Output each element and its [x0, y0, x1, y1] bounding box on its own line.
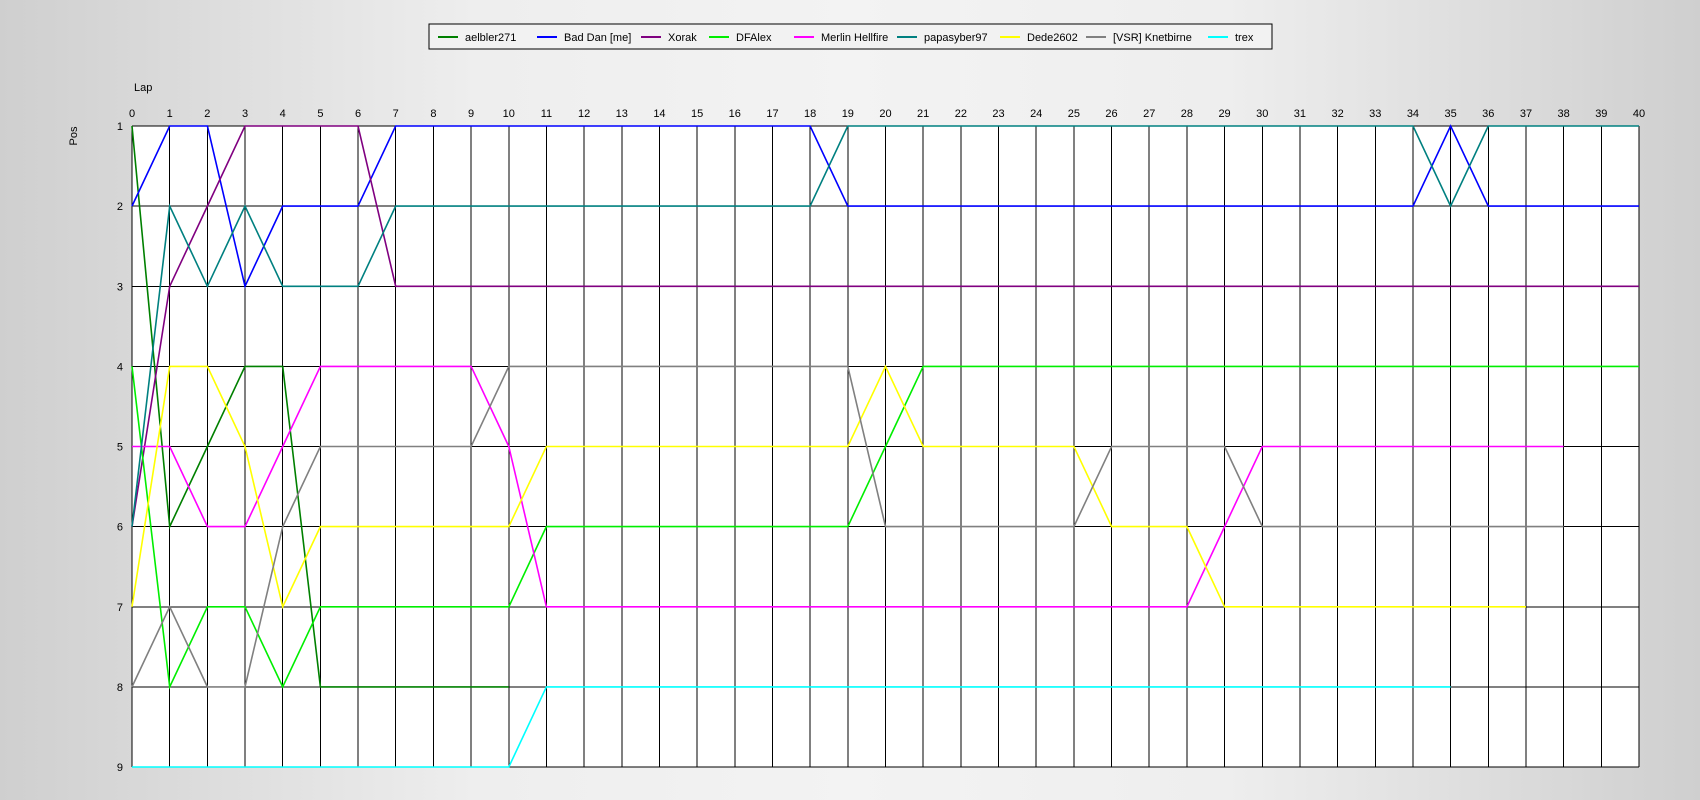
legend-label: aelbler271 [465, 32, 516, 44]
y-tick-label: 6 [117, 522, 123, 534]
y-tick-label: 3 [117, 281, 123, 293]
y-axis-label: Pos [68, 126, 80, 145]
legend-label: Merlin Hellfire [821, 32, 888, 44]
x-tick-label: 3 [242, 108, 248, 120]
x-tick-label: 12 [578, 108, 590, 120]
x-tick-label: 14 [653, 108, 665, 120]
x-tick-label: 34 [1407, 108, 1419, 120]
legend-label: trex [1235, 32, 1254, 44]
x-tick-label: 39 [1595, 108, 1607, 120]
x-tick-label: 2 [204, 108, 210, 120]
x-tick-label: 37 [1520, 108, 1532, 120]
x-tick-label: 5 [317, 108, 323, 120]
x-tick-label: 15 [691, 108, 703, 120]
x-tick-label: 26 [1105, 108, 1117, 120]
legend-label: Dede2602 [1027, 32, 1078, 44]
race-position-chart: aelbler271 Bad Dan [me] Xorak DFAlex Merlin … [68, 23, 1645, 774]
x-tick-label: 6 [355, 108, 361, 120]
x-tick-label: 31 [1294, 108, 1306, 120]
legend-label: Bad Dan [me] [564, 32, 631, 44]
y-tick-label: 7 [117, 602, 123, 614]
x-tick-label: 30 [1256, 108, 1268, 120]
x-tick-label: 24 [1030, 108, 1042, 120]
x-axis-ticks: 0 1 2 3 4 5 6 7 8 9 10 11 12 13 14 15 16 17 18 19 20 21 22 23 24… [129, 108, 1645, 120]
x-tick-label: 9 [468, 108, 474, 120]
y-tick-label: 9 [117, 762, 123, 774]
x-tick-label: 38 [1558, 108, 1570, 120]
x-tick-label: 13 [616, 108, 628, 120]
x-tick-label: 25 [1068, 108, 1080, 120]
x-tick-label: 1 [167, 108, 173, 120]
x-tick-label: 19 [842, 108, 854, 120]
y-tick-label: 5 [117, 442, 123, 454]
y-tick-label: 1 [117, 121, 123, 133]
legend-label: papasyber97 [924, 32, 988, 44]
x-axis-label: Lap [134, 82, 152, 94]
y-tick-label: 4 [117, 361, 123, 373]
y-tick-label: 8 [117, 682, 123, 694]
x-tick-label: 27 [1143, 108, 1155, 120]
x-tick-label: 8 [430, 108, 436, 120]
x-tick-label: 10 [503, 108, 515, 120]
x-tick-label: 21 [917, 108, 929, 120]
y-tick-label: 2 [117, 201, 123, 213]
x-tick-label: 40 [1633, 108, 1645, 120]
x-tick-label: 23 [992, 108, 1004, 120]
x-tick-label: 22 [955, 108, 967, 120]
y-axis-ticks: 1 2 3 4 5 6 7 8 9 [117, 121, 123, 774]
legend-label: [VSR] Knetbirne [1113, 32, 1192, 44]
x-tick-label: 4 [280, 108, 286, 120]
x-tick-label: 20 [879, 108, 891, 120]
legend-label: Xorak [668, 32, 697, 44]
x-tick-label: 35 [1445, 108, 1457, 120]
x-tick-label: 28 [1181, 108, 1193, 120]
legend-label: DFAlex [736, 32, 772, 44]
x-tick-label: 33 [1369, 108, 1381, 120]
x-tick-label: 18 [804, 108, 816, 120]
legend: aelbler271 Bad Dan [me] Xorak DFAlex Merlin … [428, 23, 1273, 50]
x-tick-label: 29 [1218, 108, 1230, 120]
x-tick-label: 7 [393, 108, 399, 120]
x-tick-label: 11 [541, 108, 552, 120]
x-tick-label: 32 [1331, 108, 1343, 120]
x-tick-label: 17 [766, 108, 778, 120]
x-tick-label: 0 [129, 108, 135, 120]
x-tick-label: 36 [1482, 108, 1494, 120]
x-tick-label: 16 [729, 108, 741, 120]
